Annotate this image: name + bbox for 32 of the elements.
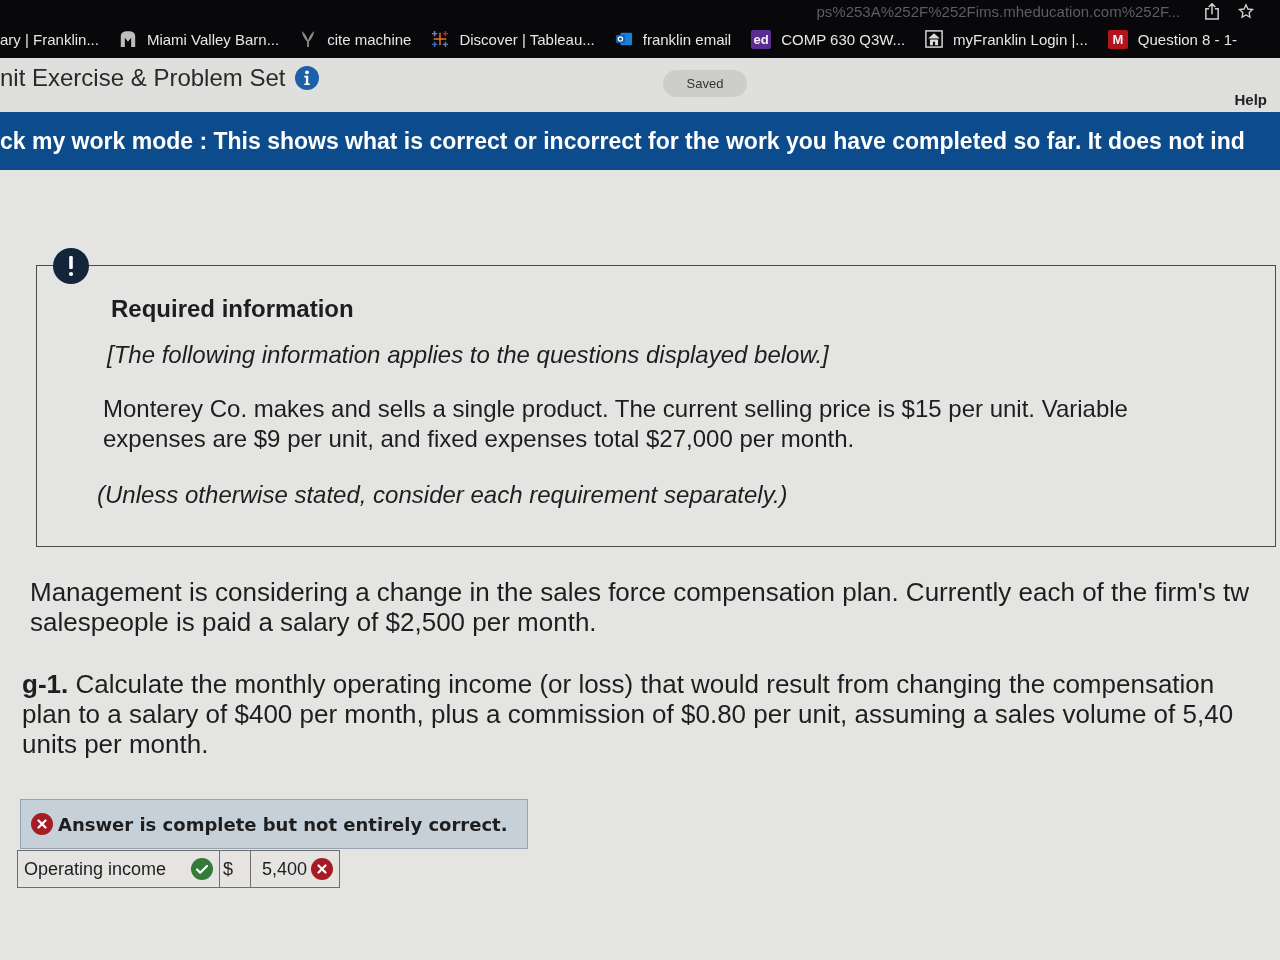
star-icon[interactable] [1238,2,1254,20]
bookmark-link[interactable]: Miami Valley Barn... [118,30,280,48]
arch-icon [118,30,137,48]
card-footnote: (Unless otherwise stated, consider each requirement separately.) [97,480,789,510]
site-logo: M [1107,29,1128,49]
currency-symbol: $ [223,858,233,880]
plus-cluster-icon [431,30,450,48]
question-text: g-1. Calculate the monthly operating income (or loss) that would result from changing the compensation plan to a salary of $400 per month, plus a commission of $0.80 per unit, assuming a sales volume of 5,40 units per month. [22,669,1235,759]
bookmark-link[interactable]: franklin email [614,30,732,48]
page-title: nit Exercise & Problem Set [0,63,286,93]
mode-banner: ck my work mode : This shows what is correct or incorrect for the work you have completed so far. It does not ind [0,112,1280,170]
bookmark-link[interactable]: ed COMP 630 Q3W... [751,29,906,49]
card-heading: Required information [111,294,355,324]
bookmark-link[interactable]: M Question 8 - 1- [1107,29,1238,49]
card-note: [The following information applies to the questions displayed below.] [107,340,830,370]
card-body: Monterey Co. makes and sells a single product. The current selling price is $15 per unit. Variable expenses are $9 per unit, and fixed expenses total $27,000 per month. [103,394,1129,454]
site-logo: ed [751,29,772,49]
bookmark-link[interactable]: cite machine [299,30,412,48]
ring-tile-icon [614,30,633,48]
bookmark-link[interactable]: myFranklin Login |... [925,30,1088,48]
house-icon [925,30,944,48]
answer-value: 5,400 [261,858,307,880]
scenario-text: Management is considering a change in the sales force compensation plan. Currently each of the firm's tw salespeople is paid a salary of $2,500 per month. [30,577,1250,637]
row-label: Operating income [24,858,167,880]
info-icon[interactable] [295,66,320,90]
share-icon[interactable] [1204,2,1220,20]
bookmark-link[interactable]: ary | Franklin... [0,30,99,48]
help-link[interactable]: Help [1234,91,1280,112]
exclamation-icon [53,248,89,284]
feedback-message: Answer is complete but not entirely correct. [58,813,508,835]
save-status: Saved [662,70,748,97]
bookmark-link[interactable]: Discover | Tableau... [431,30,595,48]
